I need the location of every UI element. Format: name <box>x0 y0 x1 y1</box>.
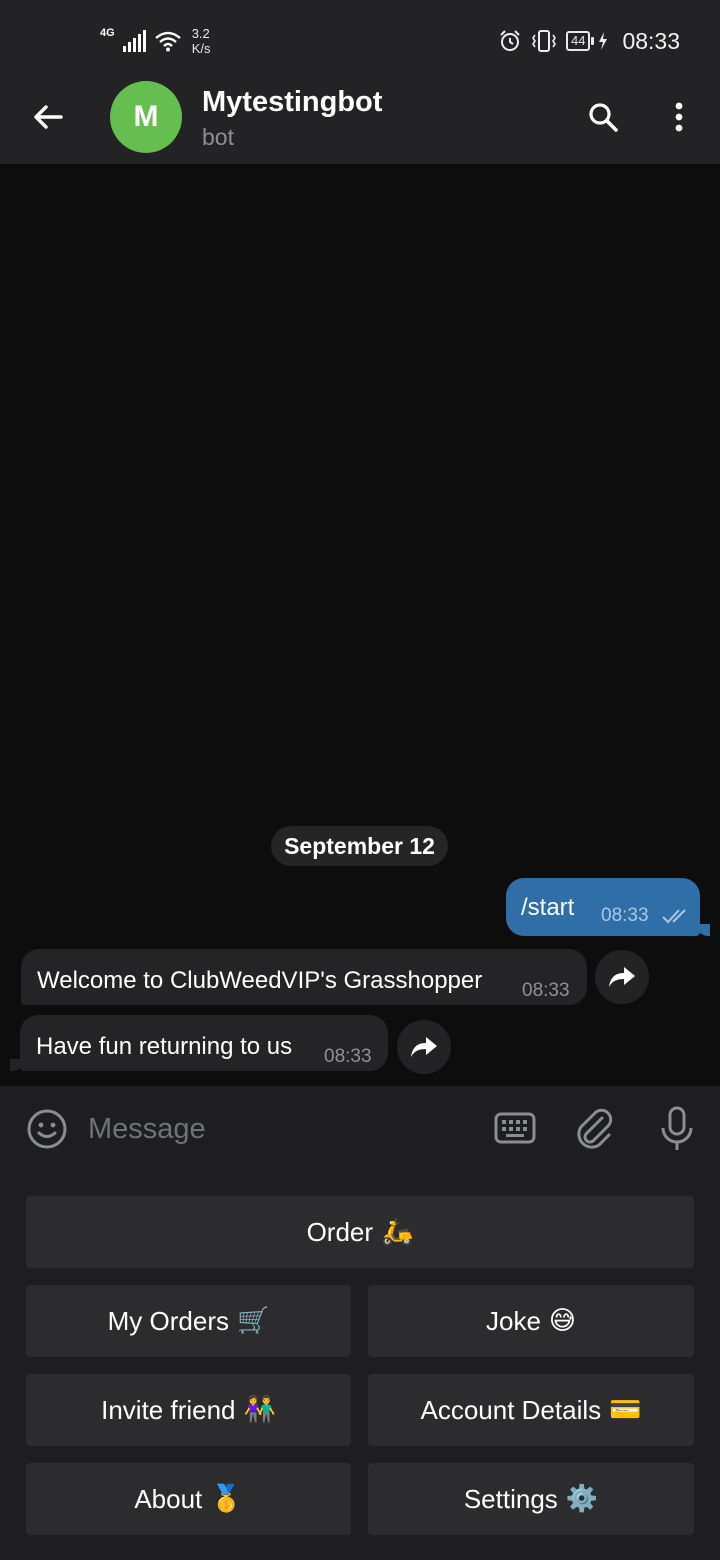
status-bar: 4G 3.2 K/s 44 08:33 <box>0 0 720 70</box>
button-label: Order <box>306 1216 374 1247</box>
button-label: About <box>134 1483 203 1514</box>
status-right: 44 08:33 <box>498 24 680 58</box>
shopping-cart-icon: 🛒 <box>236 1306 270 1336</box>
status-left: 4G 3.2 K/s <box>100 24 210 58</box>
chat-history[interactable]: September 12 /start 08:33 Welcome to Clu… <box>0 164 720 1086</box>
arrow-left-icon <box>34 105 63 129</box>
about-button[interactable]: About 🥇 <box>26 1463 351 1535</box>
share-button[interactable] <box>595 950 649 1004</box>
medal-icon: 🥇 <box>210 1484 243 1514</box>
credit-card-icon: 💳 <box>609 1395 642 1425</box>
button-label: My Orders <box>107 1305 229 1336</box>
my-orders-button[interactable]: My Orders 🛒 <box>26 1285 351 1357</box>
message-time: 08:33 <box>324 1046 372 1067</box>
avatar[interactable]: M <box>110 81 182 153</box>
message-text: Have fun returning to us <box>36 1033 293 1060</box>
back-button[interactable] <box>26 95 70 139</box>
button-label: Settings <box>463 1483 558 1514</box>
incoming-message[interactable]: Have fun returning to us 08:33 <box>10 1015 388 1071</box>
sweat-smile-icon: 😅 <box>548 1306 577 1336</box>
invite-friend-button[interactable]: Invite friend 👫 <box>26 1374 351 1446</box>
more-vertical-icon <box>675 102 683 132</box>
network-type: 4G <box>100 27 115 39</box>
speed-value: 3.2 <box>191 26 210 41</box>
message-input[interactable] <box>88 1106 468 1152</box>
message-composer <box>0 1086 720 1172</box>
speed-unit: K/s <box>191 41 211 56</box>
emoji-icon[interactable] <box>24 1106 70 1152</box>
wifi-icon <box>154 31 181 52</box>
alarm-icon <box>500 30 520 51</box>
bot-keyboard: Order 🛵 My Orders 🛒 Joke 😅 Invite friend… <box>0 1172 720 1560</box>
incoming-message[interactable]: Welcome to ClubWeedVIP's Grasshopper 08:… <box>21 949 587 1005</box>
chat-title[interactable]: Mytestingbot <box>202 86 382 119</box>
message-time: 08:33 <box>522 980 570 1001</box>
joke-button[interactable]: Joke 😅 <box>368 1285 694 1357</box>
read-check-icon <box>662 909 686 924</box>
message-text: /start <box>521 894 575 921</box>
account-details-button[interactable]: Account Details 💳 <box>368 1374 694 1446</box>
share-arrow-icon <box>411 1037 437 1057</box>
scooter-icon: 🛵 <box>381 1217 414 1247</box>
keyboard-icon[interactable] <box>492 1108 538 1150</box>
paperclip-icon[interactable] <box>572 1106 618 1152</box>
search-button[interactable] <box>580 94 626 140</box>
button-label: Account Details <box>420 1394 602 1425</box>
message-text: Welcome to ClubWeedVIP's Grasshopper <box>37 967 483 994</box>
microphone-icon[interactable] <box>654 1104 700 1154</box>
signal-icon <box>122 30 146 52</box>
network-speed: 3.2 K/s <box>192 26 211 56</box>
vibrate-icon <box>532 30 556 52</box>
button-label: Invite friend <box>101 1394 236 1425</box>
status-time: 08:33 <box>622 27 680 54</box>
charging-icon <box>599 32 608 50</box>
button-label: Joke <box>485 1305 541 1336</box>
outgoing-message[interactable]: /start 08:33 <box>506 878 710 936</box>
search-icon <box>589 103 618 132</box>
share-button[interactable] <box>397 1020 451 1074</box>
message-time: 08:33 <box>601 905 649 926</box>
chat-header: M Mytestingbot bot <box>0 70 720 164</box>
chat-subtitle: bot <box>202 124 234 150</box>
more-options-button[interactable] <box>656 94 702 140</box>
share-arrow-icon <box>609 967 635 987</box>
gear-icon: ⚙️ <box>565 1484 599 1514</box>
date-separator: September 12 <box>271 826 448 866</box>
battery-icon: 44 <box>565 31 595 51</box>
settings-button[interactable]: Settings ⚙️ <box>368 1463 694 1535</box>
order-button[interactable]: Order 🛵 <box>26 1196 694 1268</box>
couple-icon: 👫 <box>243 1395 276 1425</box>
